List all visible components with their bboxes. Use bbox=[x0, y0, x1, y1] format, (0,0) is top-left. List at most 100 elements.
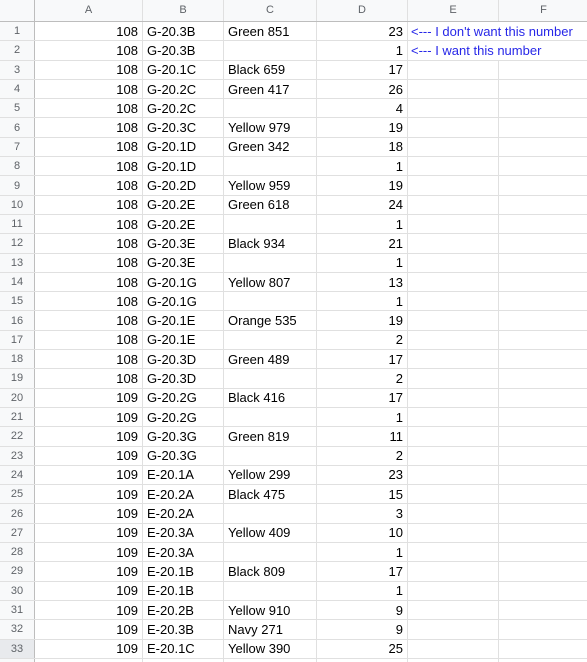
cell-E16[interactable] bbox=[407, 310, 499, 331]
column-header-c[interactable]: C bbox=[223, 0, 317, 22]
cell-A33[interactable]: 109 bbox=[34, 639, 143, 659]
cell-C34[interactable] bbox=[223, 658, 317, 662]
cell-A32[interactable]: 109 bbox=[34, 619, 143, 640]
table-row[interactable]: 10 108 G-20.2E Green 618 24 bbox=[0, 195, 587, 215]
row-header-31[interactable]: 31 bbox=[0, 600, 35, 621]
cell-C18[interactable]: Green 489 bbox=[223, 349, 317, 370]
cell-F30[interactable] bbox=[498, 581, 587, 601]
cell-C27[interactable]: Yellow 409 bbox=[223, 523, 317, 544]
cell-C21[interactable] bbox=[223, 407, 317, 428]
row-header-7[interactable]: 7 bbox=[0, 137, 35, 158]
cell-B13[interactable]: G-20.3E bbox=[142, 253, 224, 273]
table-row[interactable]: 18 108 G-20.3D Green 489 17 bbox=[0, 349, 587, 370]
cell-B2[interactable]: G-20.3B bbox=[142, 40, 224, 61]
cell-F7[interactable] bbox=[498, 137, 587, 158]
cell-F19[interactable] bbox=[498, 368, 587, 389]
cell-C31[interactable]: Yellow 910 bbox=[223, 600, 317, 621]
cell-B17[interactable]: G-20.1E bbox=[142, 330, 224, 351]
cell-B3[interactable]: G-20.1C bbox=[142, 60, 224, 80]
row-header-9[interactable]: 9 bbox=[0, 175, 35, 196]
row-header-27[interactable]: 27 bbox=[0, 523, 35, 544]
cell-F9[interactable] bbox=[498, 175, 587, 196]
cell-E34[interactable] bbox=[407, 658, 499, 662]
cell-E28[interactable] bbox=[407, 542, 499, 563]
cell-F33[interactable] bbox=[498, 639, 587, 659]
cell-A15[interactable]: 108 bbox=[34, 291, 143, 312]
cell-F28[interactable] bbox=[498, 542, 587, 563]
cell-E31[interactable] bbox=[407, 600, 499, 621]
cell-C8[interactable] bbox=[223, 156, 317, 177]
column-header-e[interactable]: E bbox=[407, 0, 499, 22]
cell-E21[interactable] bbox=[407, 407, 499, 428]
table-row[interactable]: 34109E-20.1C 2 bbox=[0, 658, 587, 662]
cell-D12[interactable]: 21 bbox=[316, 233, 408, 254]
cell-B5[interactable]: G-20.2C bbox=[142, 98, 224, 119]
cell-C3[interactable]: Black 659 bbox=[223, 60, 317, 80]
cell-A29[interactable]: 109 bbox=[34, 561, 143, 582]
cell-C11[interactable] bbox=[223, 214, 317, 235]
cell-A9[interactable]: 108 bbox=[34, 175, 143, 196]
cell-A18[interactable]: 108 bbox=[34, 349, 143, 370]
cell-D19[interactable]: 2 bbox=[316, 368, 408, 389]
cell-F34[interactable] bbox=[498, 658, 587, 662]
cell-F15[interactable] bbox=[498, 291, 587, 312]
cell-C25[interactable]: Black 475 bbox=[223, 484, 317, 505]
cell-B19[interactable]: G-20.3D bbox=[142, 368, 224, 389]
column-header-a[interactable]: A bbox=[34, 0, 143, 22]
table-row[interactable]: 2 108 G-20.3B 1 <--- I want this number bbox=[0, 40, 587, 61]
spreadsheet-grid-container[interactable]: A B C D E F 1 108 G-20.3B Green 851 23 <--- I… bbox=[0, 0, 587, 662]
row-header-29[interactable]: 29 bbox=[0, 561, 35, 582]
cell-E7[interactable] bbox=[407, 137, 499, 158]
cell-A5[interactable]: 108 bbox=[34, 98, 143, 119]
row-header-17[interactable]: 17 bbox=[0, 330, 35, 351]
cell-D26[interactable]: 3 bbox=[316, 503, 408, 524]
cell-F8[interactable] bbox=[498, 156, 587, 177]
cell-D25[interactable]: 15 bbox=[316, 484, 408, 505]
cell-A22[interactable]: 109 bbox=[34, 426, 143, 447]
cell-A28[interactable]: 109 bbox=[34, 542, 143, 563]
cell-E11[interactable] bbox=[407, 214, 499, 235]
cell-B30[interactable]: E-20.1B bbox=[142, 581, 224, 601]
cell-F4[interactable] bbox=[498, 79, 587, 100]
cell-E6[interactable] bbox=[407, 117, 499, 138]
cell-E20[interactable] bbox=[407, 388, 499, 408]
table-row[interactable]: 5 108 G-20.2C 4 bbox=[0, 98, 587, 119]
cell-B26[interactable]: E-20.2A bbox=[142, 503, 224, 524]
cell-C7[interactable]: Green 342 bbox=[223, 137, 317, 158]
cell-D17[interactable]: 2 bbox=[316, 330, 408, 351]
table-row[interactable]: 9 108 G-20.2D Yellow 959 19 bbox=[0, 175, 587, 196]
cell-D29[interactable]: 17 bbox=[316, 561, 408, 582]
cell-E2[interactable]: <--- I want this number bbox=[407, 40, 541, 61]
table-row[interactable]: 25 109 E-20.2A Black 475 15 bbox=[0, 484, 587, 505]
row-header-32[interactable]: 32 bbox=[0, 619, 35, 640]
cell-F27[interactable] bbox=[498, 523, 587, 544]
row-header-8[interactable]: 8 bbox=[0, 156, 35, 177]
row-header-33[interactable]: 33 bbox=[0, 639, 35, 659]
cell-A19[interactable]: 108 bbox=[34, 368, 143, 389]
cell-A27[interactable]: 109 bbox=[34, 523, 143, 544]
table-row[interactable]: 8 108 G-20.1D 1 bbox=[0, 156, 587, 177]
cell-E25[interactable] bbox=[407, 484, 499, 505]
cell-E33[interactable] bbox=[407, 639, 499, 659]
cell-B27[interactable]: E-20.3A bbox=[142, 523, 224, 544]
cell-C9[interactable]: Yellow 959 bbox=[223, 175, 317, 196]
cell-C20[interactable]: Black 416 bbox=[223, 388, 317, 408]
cell-A7[interactable]: 108 bbox=[34, 137, 143, 158]
row-header-26[interactable]: 26 bbox=[0, 503, 35, 524]
cell-C14[interactable]: Yellow 807 bbox=[223, 272, 317, 293]
cell-C30[interactable] bbox=[223, 581, 317, 601]
cell-C2[interactable] bbox=[223, 40, 317, 61]
cell-B22[interactable]: G-20.3G bbox=[142, 426, 224, 447]
table-row[interactable]: 1 108 G-20.3B Green 851 23 <--- I don't want … bbox=[0, 21, 587, 42]
cell-F13[interactable] bbox=[498, 253, 587, 273]
row-header-21[interactable]: 21 bbox=[0, 407, 35, 428]
row-header-19[interactable]: 19 bbox=[0, 368, 35, 389]
table-row[interactable]: 12 108 G-20.3E Black 934 21 bbox=[0, 233, 587, 254]
table-row[interactable]: 23 109 G-20.3G 2 bbox=[0, 446, 587, 466]
cell-B29[interactable]: E-20.1B bbox=[142, 561, 224, 582]
cell-B1[interactable]: G-20.3B bbox=[142, 21, 224, 42]
row-header-28[interactable]: 28 bbox=[0, 542, 35, 563]
cell-C13[interactable] bbox=[223, 253, 317, 273]
cell-B10[interactable]: G-20.2E bbox=[142, 195, 224, 215]
cell-F23[interactable] bbox=[498, 446, 587, 466]
